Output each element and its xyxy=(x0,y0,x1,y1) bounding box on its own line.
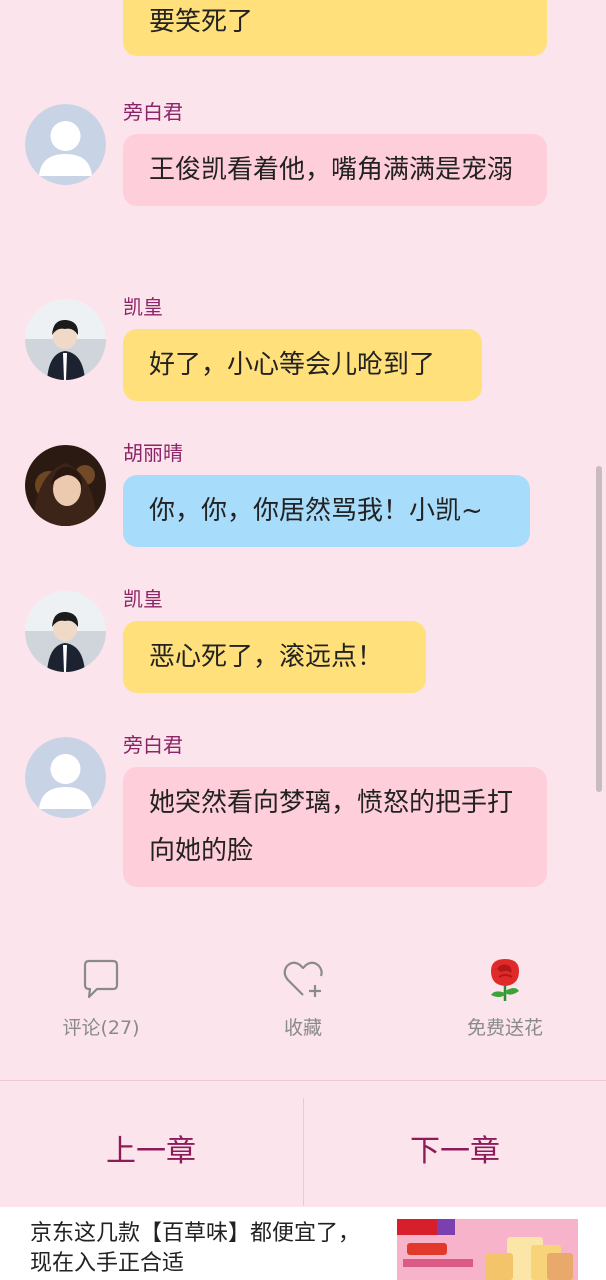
girl-avatar[interactable] xyxy=(25,445,106,526)
boy-avatar[interactable] xyxy=(25,299,106,380)
free-flower-button[interactable]: 免费送花 xyxy=(405,955,605,1040)
message-text: 好了，小心等会儿呛到了 xyxy=(149,350,436,380)
speaker-name: 凯皇 xyxy=(123,295,163,319)
ad-image[interactable] xyxy=(397,1219,578,1280)
ad-text[interactable]: 京东这几款【百草味】都便宜了，现在入手正合适 xyxy=(30,1219,380,1279)
default-avatar[interactable] xyxy=(25,104,106,185)
message-text: 她突然看向梦璃，愤怒的把手打向她的脸 xyxy=(149,788,514,866)
divider xyxy=(0,1080,606,1081)
message-bubble: 你，你，你居然骂我！小凯~ xyxy=(123,475,530,547)
favorite-label: 收藏 xyxy=(283,1017,322,1039)
divider xyxy=(303,1098,304,1206)
boy-photo-icon xyxy=(25,299,106,380)
message-text: 恶心死了，滚远点！ xyxy=(149,642,384,672)
action-bar: 评论(27) 收藏 免费送花 xyxy=(0,955,606,1065)
message-bubble: 恶心死了，滚远点！ xyxy=(123,621,426,693)
favorite-button[interactable]: 收藏 xyxy=(203,955,403,1040)
prev-chapter-button[interactable]: 上一章 xyxy=(51,1130,251,1174)
speaker-name: 凯皇 xyxy=(123,587,163,611)
scrollbar[interactable] xyxy=(596,466,602,792)
message-bubble: 要笑死了 xyxy=(123,0,547,56)
message-bubble: 她突然看向梦璃，愤怒的把手打向她的脸 xyxy=(123,767,547,887)
comment-icon xyxy=(83,959,119,999)
boy-avatar[interactable] xyxy=(25,591,106,672)
speaker-name: 胡丽晴 xyxy=(123,441,183,465)
chat-area: 要笑死了 旁白君 王俊凯看着他，嘴角满满是宠溺 凯皇 好了，小心等会儿呛到了 胡… xyxy=(0,0,606,940)
message-text: 你，你，你居然骂我！小凯~ xyxy=(149,496,483,526)
message-text: 要笑死了 xyxy=(149,7,254,37)
person-silhouette-icon xyxy=(25,104,106,185)
message-text: 王俊凯看着他，嘴角满满是宠溺 xyxy=(149,155,514,185)
person-silhouette-icon xyxy=(25,737,106,818)
girl-photo-icon xyxy=(25,445,106,526)
comment-label: 评论(27) xyxy=(62,1017,140,1039)
rose-icon xyxy=(491,959,519,1001)
snack-product-image xyxy=(397,1219,578,1280)
next-chapter-button[interactable]: 下一章 xyxy=(355,1130,555,1174)
ad-banner[interactable]: 京东这几款【百草味】都便宜了，现在入手正合适 xyxy=(0,1207,606,1280)
default-avatar[interactable] xyxy=(25,737,106,818)
speaker-name: 旁白君 xyxy=(123,733,183,757)
speaker-name: 旁白君 xyxy=(123,100,183,124)
message-bubble: 好了，小心等会儿呛到了 xyxy=(123,329,482,401)
boy-photo-icon xyxy=(25,591,106,672)
free-flower-label: 免费送花 xyxy=(466,1017,543,1039)
comment-button[interactable]: 评论(27) xyxy=(1,955,201,1040)
message-bubble: 王俊凯看着他，嘴角满满是宠溺 xyxy=(123,134,547,206)
heart-plus-icon xyxy=(283,961,323,997)
